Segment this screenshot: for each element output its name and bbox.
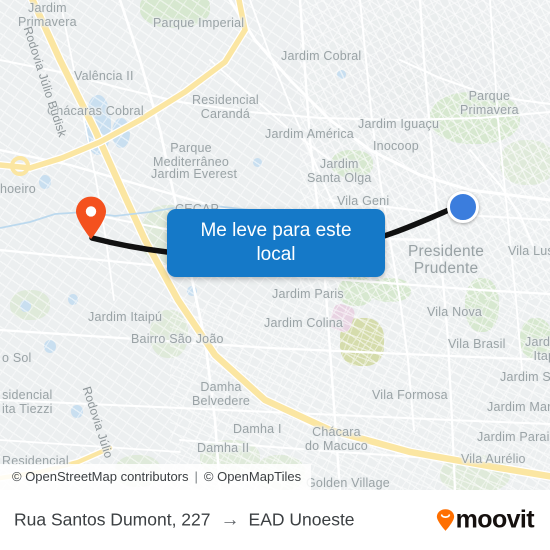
moovit-logo[interactable]: moovit — [436, 505, 535, 535]
attribution-osm[interactable]: © OpenStreetMap contributors — [12, 469, 189, 484]
trip-origin: Rua Santos Dumont, 227 — [14, 509, 211, 530]
destination-dot-icon[interactable] — [447, 191, 479, 223]
map-canvas[interactable]: Jardim Primavera Parque Imperial Jardim Co… — [0, 0, 550, 490]
callout-line-2: local — [256, 244, 296, 265]
moovit-pin-icon — [436, 509, 455, 532]
moovit-trip-map-page: Jardim Primavera Parque Imperial Jardim Co… — [0, 0, 550, 550]
attribution-tiles[interactable]: © OpenMapTiles — [204, 469, 301, 484]
arrow-right-icon: → — [220, 509, 240, 531]
take-me-there-button[interactable]: Me leve para este local — [167, 209, 385, 277]
moovit-wordmark: moovit — [455, 505, 535, 534]
trip-footer: Rua Santos Dumont, 227 → EAD Unoeste moo… — [0, 490, 550, 550]
map-attribution: © OpenStreetMap contributors | © OpenMapTi… — [0, 464, 312, 490]
callout-line-1: Me leve para este — [200, 220, 352, 241]
trip-summary: Rua Santos Dumont, 227 → EAD Unoeste — [14, 510, 355, 531]
origin-pin-icon[interactable] — [74, 196, 108, 240]
trip-destination: EAD Unoeste — [248, 509, 355, 530]
attribution-separator: | — [194, 469, 198, 484]
